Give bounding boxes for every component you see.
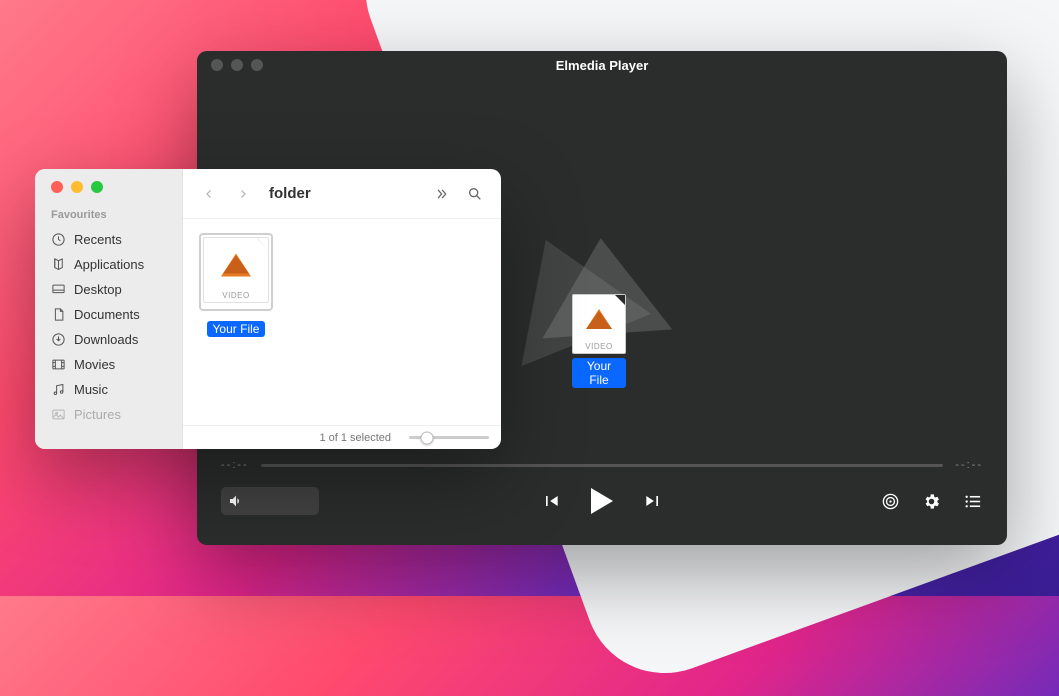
sidebar-item-desktop[interactable]: Desktop [51, 277, 182, 302]
window-title: Elmedia Player [197, 58, 1007, 73]
file-type-label: VIDEO [573, 342, 625, 351]
volume-control[interactable] [221, 487, 319, 515]
music-icon [51, 382, 66, 397]
sidebar-item-movies[interactable]: Movies [51, 352, 182, 377]
finder-window: Favourites Recents Applications Desktop … [35, 169, 501, 449]
clock-icon [51, 232, 66, 247]
file-grid[interactable]: VIDEO Your File [183, 219, 501, 425]
sidebar-item-label: Pictures [74, 407, 121, 422]
folder-title: folder [269, 185, 311, 202]
sidebar-item-applications[interactable]: Applications [51, 252, 182, 277]
chevron-right-icon [237, 187, 249, 201]
search-button[interactable] [463, 182, 487, 206]
zoom-button[interactable] [91, 181, 103, 193]
sidebar-item-label: Music [74, 382, 108, 397]
close-button[interactable] [211, 59, 223, 71]
file-item[interactable]: VIDEO Your File [199, 233, 273, 338]
finder-toolbar: folder [183, 169, 501, 219]
icon-size-slider[interactable] [409, 436, 489, 439]
sidebar-item-label: Movies [74, 357, 115, 372]
favourites-header: Favourites [51, 209, 182, 221]
close-button[interactable] [51, 181, 63, 193]
pictures-icon [51, 407, 66, 422]
minimize-button[interactable] [231, 59, 243, 71]
sidebar-item-label: Desktop [74, 282, 122, 297]
sidebar-item-documents[interactable]: Documents [51, 302, 182, 327]
sidebar-item-music[interactable]: Music [51, 377, 182, 402]
sidebar-item-recents[interactable]: Recents [51, 227, 182, 252]
seek-bar[interactable] [261, 464, 944, 467]
sidebar-item-pictures[interactable]: Pictures [51, 402, 182, 427]
file-name: Your File [207, 321, 266, 337]
finder-statusbar: 1 of 1 selected [183, 425, 501, 449]
sidebar-item-label: Downloads [74, 332, 138, 347]
file-type-label: VIDEO [204, 291, 268, 300]
sidebar-item-downloads[interactable]: Downloads [51, 327, 182, 352]
chevrons-right-icon [433, 187, 449, 201]
time-elapsed: --:-- [221, 459, 249, 471]
zoom-button[interactable] [251, 59, 263, 71]
airplay-button[interactable] [881, 492, 900, 511]
apps-icon [51, 257, 66, 272]
previous-button[interactable] [541, 491, 561, 511]
selection-status: 1 of 1 selected [319, 432, 391, 444]
forward-button[interactable] [231, 182, 255, 206]
player-titlebar[interactable]: Elmedia Player [197, 51, 1007, 79]
search-icon [467, 186, 483, 202]
doc-icon [51, 307, 66, 322]
back-button[interactable] [197, 182, 221, 206]
play-button[interactable] [591, 488, 613, 514]
desktop-icon [51, 282, 66, 297]
chevron-left-icon [203, 187, 215, 201]
dragged-file-name: Your File [572, 358, 626, 388]
next-button[interactable] [643, 491, 663, 511]
slider-knob[interactable] [420, 431, 433, 444]
minimize-button[interactable] [71, 181, 83, 193]
download-icon [51, 332, 66, 347]
dragged-file: VIDEO Your File [572, 294, 626, 389]
sidebar-item-label: Applications [74, 257, 144, 272]
settings-button[interactable] [922, 492, 941, 511]
more-button[interactable] [429, 182, 453, 206]
volume-icon [228, 493, 244, 509]
finder-sidebar: Favourites Recents Applications Desktop … [35, 169, 183, 449]
sidebar-item-label: Recents [74, 232, 122, 247]
movies-icon [51, 357, 66, 372]
playlist-button[interactable] [963, 492, 983, 511]
time-remaining: --:-- [955, 459, 983, 471]
sidebar-item-label: Documents [74, 307, 140, 322]
